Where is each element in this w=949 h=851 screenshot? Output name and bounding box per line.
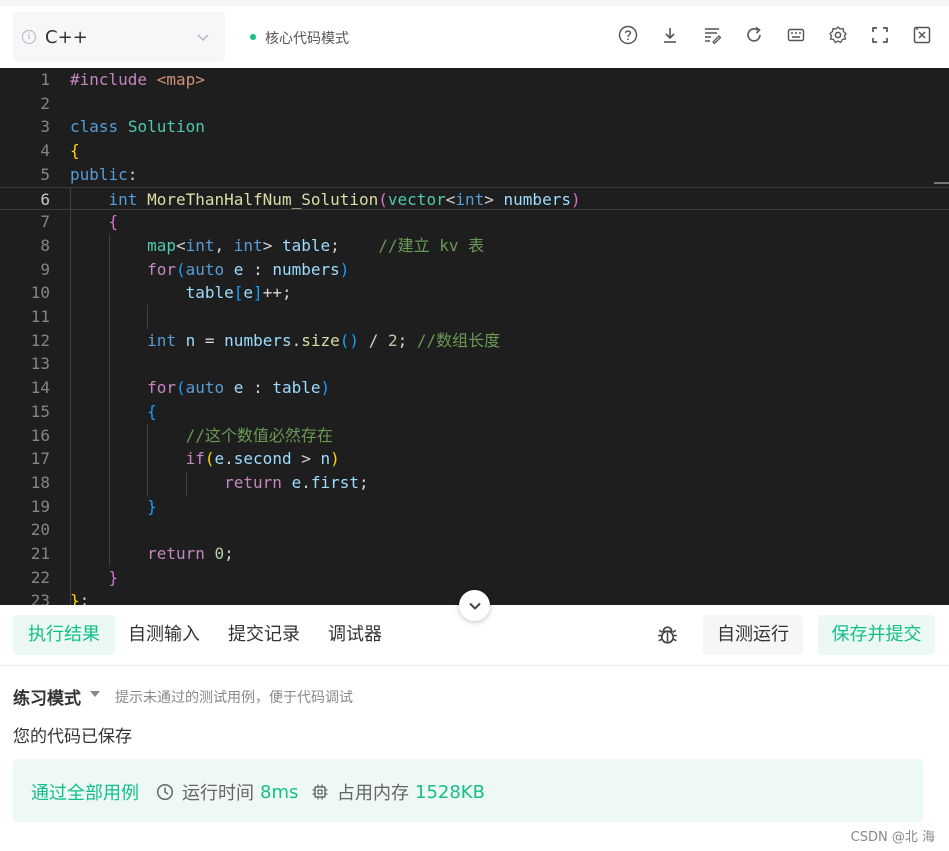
collapse-editor-button[interactable] xyxy=(459,590,490,621)
code-line: 10 table[e]++; xyxy=(30,283,292,303)
tab-custom-input[interactable]: 自测输入 xyxy=(113,615,215,655)
code-line: 4{ xyxy=(40,141,80,161)
code-line: 19 } xyxy=(30,496,157,516)
memory-stat: 占用内存 1528KB xyxy=(311,779,485,805)
runtime-value: 8ms xyxy=(260,781,299,803)
code-line: 7 { xyxy=(40,212,119,232)
keyboard-icon[interactable] xyxy=(785,24,807,46)
code-line: 17 if(e.second > n) xyxy=(30,449,340,469)
mode-status-dot xyxy=(250,34,256,40)
settings-icon[interactable] xyxy=(827,24,849,46)
reset-icon[interactable] xyxy=(743,24,765,46)
chevron-down-icon xyxy=(468,602,481,610)
code-line: 2 xyxy=(40,93,50,113)
download-icon[interactable] xyxy=(659,24,681,46)
bug-icon[interactable] xyxy=(655,623,680,648)
caret-down-icon[interactable] xyxy=(90,691,100,697)
code-line: 20 xyxy=(30,520,50,540)
runtime-label: 运行时间 xyxy=(182,783,254,804)
code-line: 8 map<int, int> table; //建立 kv 表 xyxy=(40,235,485,255)
practice-mode-title[interactable]: 练习模式 xyxy=(13,684,81,709)
save-submit-button[interactable]: 保存并提交 xyxy=(818,615,935,655)
runtime-stat: 运行时间 8ms xyxy=(156,779,298,805)
language-select[interactable]: i C++ xyxy=(13,12,225,62)
result-summary: 通过全部用例 运行时间 8ms 占用内存 1528KB xyxy=(13,759,923,822)
saved-message: 您的代码已保存 xyxy=(13,727,132,747)
chevron-down-icon xyxy=(197,34,209,42)
memory-label: 占用内存 xyxy=(337,783,409,804)
mode-label: 核心代码模式 xyxy=(265,31,349,47)
info-icon: i xyxy=(22,30,36,44)
code-line: 1 #include <map> xyxy=(40,70,205,89)
code-line: 15 { xyxy=(30,401,157,421)
code-line: 18 return e.first; xyxy=(30,472,369,492)
code-line: 12 int n = numbers.size() / 2; //数组长度 xyxy=(30,330,501,350)
language-label: C++ xyxy=(45,26,88,48)
code-line: 22 } xyxy=(30,567,119,587)
code-line: 11 xyxy=(30,307,50,326)
editor-toolbar: i C++ 核心代码模式 xyxy=(0,6,949,68)
practice-mode-hint: 提示未通过的测试用例，便于代码调试 xyxy=(115,690,353,706)
fullscreen-icon[interactable] xyxy=(869,24,891,46)
code-line: 3 class Solution xyxy=(40,117,205,137)
code-line: 9 for(auto e : numbers) xyxy=(40,259,350,279)
help-icon[interactable] xyxy=(617,24,639,46)
pass-status: 通过全部用例 xyxy=(31,783,139,804)
code-line-active: 6 int MoreThanHalfNum_Solution(vector<in… xyxy=(0,186,949,211)
code-line: 21 return 0; xyxy=(30,544,234,563)
tab-debugger[interactable]: 调试器 xyxy=(313,615,397,655)
clock-icon xyxy=(156,783,174,801)
code-line: 14 for(auto e : table) xyxy=(30,378,331,398)
code-line: 16 //这个数值必然存在 xyxy=(30,425,333,445)
run-test-button[interactable]: 自测运行 xyxy=(703,615,803,655)
watermark: CSDN @北 海 xyxy=(850,830,935,845)
memory-value: 1528KB xyxy=(415,781,485,803)
tab-submission-history[interactable]: 提交记录 xyxy=(213,615,315,655)
code-line: 5 public: xyxy=(40,164,138,184)
toolbar-icon-group xyxy=(617,24,933,46)
code-editor[interactable]: 1 #include <map> 2 3 class Solution 4{ 5 pu… xyxy=(0,68,949,605)
tab-result[interactable]: 执行结果 xyxy=(13,615,115,655)
chip-icon xyxy=(312,784,328,800)
code-line: 13 xyxy=(30,354,50,374)
format-icon[interactable] xyxy=(701,24,723,46)
close-panel-icon[interactable] xyxy=(911,24,933,46)
